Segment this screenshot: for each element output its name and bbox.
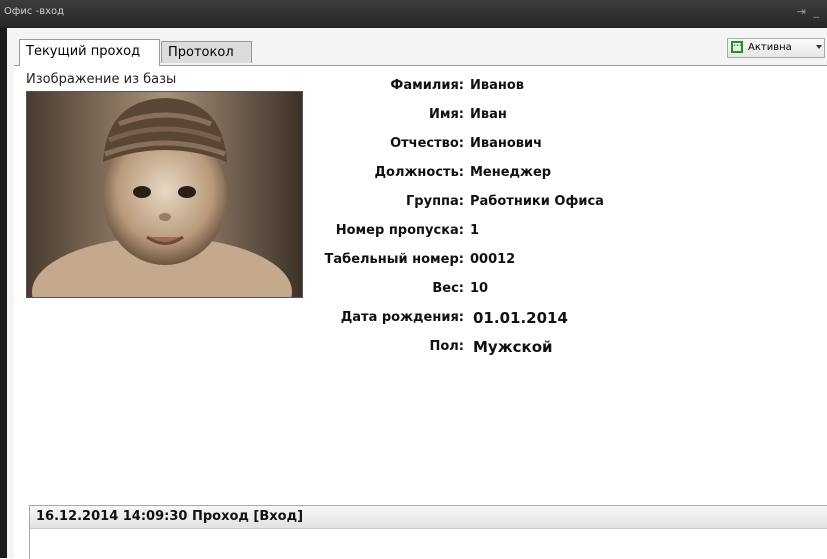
field-label: Вес: (432, 281, 464, 296)
field-value: Иванов (470, 78, 525, 93)
status-label: Активна (748, 42, 792, 53)
field-label: Фамилия: (390, 78, 464, 93)
event-log-header: 16.12.2014 14:09:30 Проход [Вход] (30, 506, 827, 529)
field-label: Пол: (429, 339, 464, 354)
field-value: Иванович (470, 136, 543, 151)
tab-current-pass[interactable]: Текущий проход (19, 39, 160, 66)
person-photo (26, 91, 303, 298)
field-label: Должность: (374, 165, 464, 180)
title-bar: Офис -вход ⇥ _ (0, 0, 827, 28)
photo-caption: Изображение из базы (26, 72, 177, 87)
dots-icon: ··· (731, 41, 743, 53)
tab-protocol[interactable]: Протокол (161, 41, 252, 63)
chevron-down-icon (816, 45, 822, 49)
field-value: 1 (470, 223, 480, 238)
field-value: 10 (470, 281, 489, 296)
field-label: Имя: (428, 107, 464, 122)
app-window: Офис -вход ⇥ _ Текущий проход Протокол ·… (0, 0, 827, 559)
field-value: Работники Офиса (470, 194, 604, 209)
field-label: Табельный номер: (324, 252, 464, 267)
status-dropdown[interactable]: ··· Активна (727, 38, 825, 58)
field-label: Группа: (406, 194, 464, 209)
field-label: Номер пропуска: (335, 223, 464, 238)
event-log-entry: 16.12.2014 14:09:30 Проход [Вход] (36, 509, 304, 524)
window-title: Офис -вход (4, 6, 65, 17)
field-value: 01.01.2014 (473, 309, 568, 327)
field-value: Менеджер (470, 165, 552, 180)
field-value: Иван (470, 107, 507, 122)
field-value: Мужской (473, 338, 553, 356)
window-controls[interactable]: ⇥ _ (797, 5, 821, 18)
field-label: Дата рождения: (340, 310, 464, 325)
field-value: 00012 (470, 252, 516, 267)
event-log-panel: 16.12.2014 14:09:30 Проход [Вход] (29, 505, 827, 559)
field-label: Отчество: (390, 136, 464, 151)
client-area: Текущий проход Протокол ··· Активна Изоб… (7, 28, 827, 559)
